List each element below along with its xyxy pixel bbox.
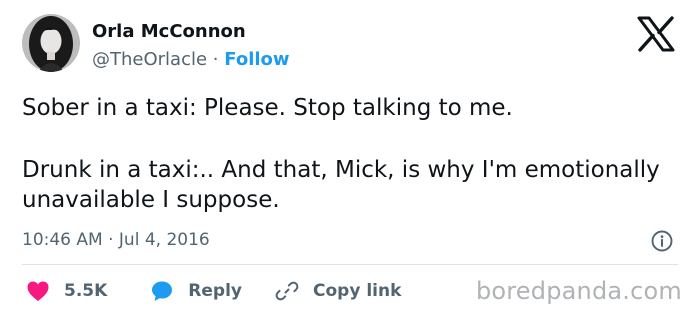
like-button[interactable]: 5.5K xyxy=(26,280,107,302)
speech-bubble-icon xyxy=(150,279,174,303)
tweet-text: Sober in a taxi: Please. Stop talking to… xyxy=(22,93,672,215)
author-display-name[interactable]: Orla McConnon xyxy=(92,20,290,44)
avatar-image xyxy=(22,14,80,72)
author-meta: @TheOrlacle · Follow xyxy=(92,48,290,72)
link-icon xyxy=(275,279,299,303)
x-logo-icon[interactable] xyxy=(636,16,676,52)
watermark: boredpanda.com xyxy=(475,277,682,305)
tweet-paragraph: Drunk in a taxi:.. And that, Mick, is wh… xyxy=(22,157,660,213)
action-bar: 5.5K Reply Copy link xyxy=(22,276,401,306)
author-block: Orla McConnon @TheOrlacle · Follow xyxy=(92,20,290,72)
divider xyxy=(22,264,678,265)
reply-button[interactable]: Reply xyxy=(150,279,242,303)
tweet-paragraph: Sober in a taxi: Please. Stop talking to… xyxy=(22,95,513,121)
copy-link-button[interactable]: Copy link xyxy=(275,279,401,303)
meta-separator: · xyxy=(212,49,219,70)
copy-link-label: Copy link xyxy=(313,281,402,301)
author-avatar[interactable] xyxy=(22,14,80,72)
like-count: 5.5K xyxy=(64,281,108,301)
tweet-timestamp[interactable]: 10:46 AM · Jul 4, 2016 xyxy=(22,228,210,252)
follow-button[interactable]: Follow xyxy=(224,49,289,70)
info-icon[interactable] xyxy=(650,229,674,253)
heart-icon xyxy=(26,280,50,302)
reply-label: Reply xyxy=(188,281,242,301)
author-handle[interactable]: @TheOrlacle xyxy=(92,49,207,70)
